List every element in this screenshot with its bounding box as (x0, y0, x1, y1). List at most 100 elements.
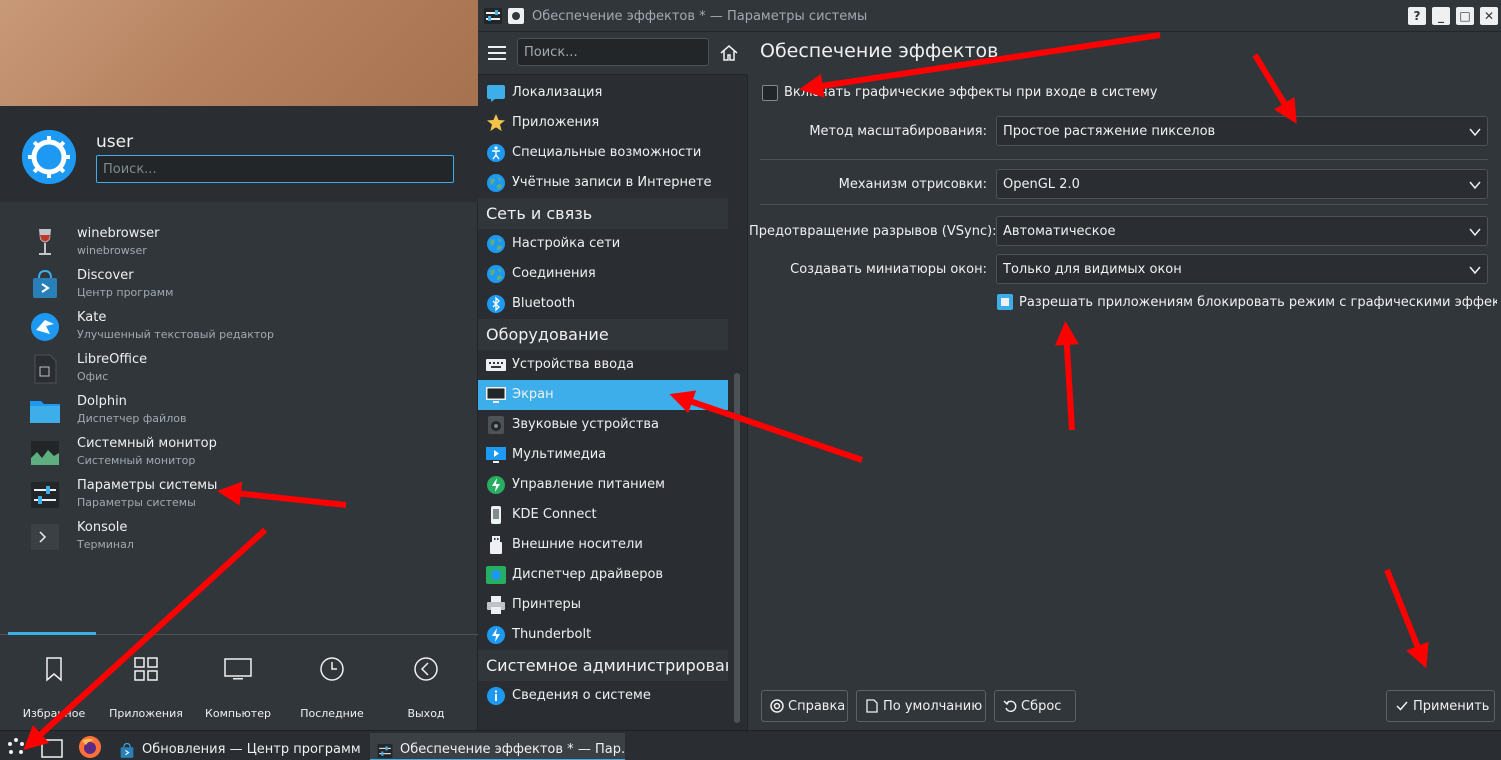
launcher-app-item[interactable]: Параметры системы Параметры системы (0, 474, 478, 516)
check-icon (1395, 699, 1409, 713)
taskbar-task[interactable]: Обеспечение эффектов * — Пар... (370, 733, 625, 760)
sidebar-item[interactable]: Внешние носители (478, 530, 728, 560)
sidebar-item[interactable]: KDE Connect (478, 500, 728, 530)
kde-connect-icon (486, 505, 506, 525)
document-defaults-icon (865, 699, 879, 713)
username: user (96, 132, 134, 152)
launcher-tab[interactable]: Приложения (98, 651, 194, 721)
minimize-window-button[interactable]: _ (1432, 7, 1450, 25)
launcher-header: user (0, 106, 478, 202)
sidebar-category-label: Сеть и связь (486, 204, 593, 223)
launcher-app-item[interactable]: Kate Улучшенный текстовый редактор (0, 306, 478, 348)
discover-bag-icon (28, 268, 62, 302)
thumbnails-select[interactable]: Только для видимых окон (996, 254, 1488, 284)
sidebar-item-label: Диспетчер драйверов (512, 567, 664, 582)
vsync-select[interactable]: Автоматическое (996, 216, 1488, 246)
sidebar-item[interactable]: Учётные записи в Интернете (478, 168, 728, 198)
sidebar-item[interactable]: Thunderbolt (478, 620, 728, 650)
launcher-tab-label: Компьютер (205, 707, 271, 720)
app-description: Терминал (77, 538, 134, 551)
kde-launcher-icon[interactable] (4, 735, 28, 759)
window-title: Обеспечение эффектов * — Параметры систе… (532, 9, 868, 24)
settings-app-icon[interactable] (484, 8, 502, 24)
speaker-icon (486, 415, 506, 435)
sidebar-scrollbar[interactable] (734, 373, 740, 723)
usb-icon (486, 535, 506, 555)
globe-icon (486, 173, 506, 193)
scale-method-select[interactable]: Простое растяжение пикселов (996, 116, 1488, 146)
sidebar-item[interactable]: Приложения (478, 108, 728, 138)
sidebar-item[interactable]: Соединения (478, 259, 728, 289)
thunderbolt-icon (486, 625, 506, 645)
globe-icon (486, 234, 506, 254)
app-name: Dolphin (77, 394, 127, 409)
sidebar-item[interactable]: Управление питанием (478, 470, 728, 500)
launcher-tab-label: Избранное (22, 707, 86, 720)
clock-icon (318, 655, 346, 683)
chevron-down-icon (1469, 179, 1481, 190)
launcher-tab[interactable]: Последние (284, 651, 380, 721)
keep-above-icon[interactable] (508, 8, 524, 24)
maximize-window-button[interactable]: □ (1456, 7, 1474, 25)
taskbar: Обновления — Центр программ ... Обеспечен… (0, 730, 1501, 760)
allow-block-effects-checkbox[interactable] (997, 294, 1013, 310)
reset-button[interactable]: Сброс (994, 690, 1076, 722)
firefox-icon[interactable] (78, 735, 102, 759)
sidebar-item[interactable]: Локализация (478, 78, 728, 108)
enable-effects-checkbox[interactable] (762, 85, 778, 101)
show-desktop-icon[interactable] (40, 735, 64, 759)
sidebar-item[interactable]: Экран (478, 380, 728, 410)
sidebar-item[interactable]: Bluetooth (478, 289, 728, 319)
sidebar-item[interactable]: Мультимедиа (478, 440, 728, 470)
launcher-tab[interactable]: Компьютер (190, 651, 286, 721)
sidebar-item-label: Локализация (512, 85, 603, 100)
taskbar-task-label: Обновления — Центр программ ... (142, 742, 364, 757)
star-icon (486, 113, 506, 133)
renderer-select[interactable]: OpenGL 2.0 (996, 169, 1488, 199)
sidebar-item[interactable]: Настройка сети (478, 229, 728, 259)
sidebar-category-label: Оборудование (486, 325, 609, 344)
sidebar-item-label: Устройства ввода (512, 357, 635, 372)
sidebar-item[interactable]: Устройства ввода (478, 350, 728, 380)
launcher-app-item[interactable]: LibreOffice Офис (0, 348, 478, 390)
window-titlebar[interactable]: Обеспечение эффектов * — Параметры систе… (478, 0, 1501, 32)
app-name: Konsole (77, 520, 128, 535)
launcher-app-item[interactable]: Dolphin Диспетчер файлов (0, 390, 478, 432)
help-window-button[interactable]: ? (1408, 7, 1426, 25)
sidebar-item[interactable]: Звуковые устройства (478, 410, 728, 440)
launcher-tab[interactable]: Избранное (6, 651, 102, 721)
sidebar-item-label: KDE Connect (512, 507, 597, 522)
sidebar-category-label: Системное администрирование (486, 656, 728, 675)
sidebar-item[interactable]: Сведения о системе (478, 681, 728, 711)
vsync-label: Предотвращение разрывов (VSync): (749, 224, 997, 239)
launcher-tab[interactable]: Выход (378, 651, 474, 721)
close-window-button[interactable]: ✕ (1480, 7, 1498, 25)
launcher-app-item[interactable]: Системный монитор Системный монитор (0, 432, 478, 474)
taskbar-task-label: Обеспечение эффектов * — Пар... (400, 742, 625, 757)
localization-flag-icon (486, 83, 506, 103)
vsync-value: Автоматическое (1003, 224, 1116, 239)
app-name: Параметры системы (77, 478, 218, 493)
sidebar-item[interactable]: Принтеры (478, 590, 728, 620)
sidebar-search-input[interactable] (517, 38, 709, 66)
help-button-label: Справка (788, 699, 846, 714)
defaults-button[interactable]: По умолчанию (856, 690, 986, 722)
apply-button[interactable]: Применить (1386, 690, 1495, 722)
app-name: Системный монитор (77, 436, 217, 451)
sidebar-item-label: Экран (512, 387, 554, 402)
launcher-app-item[interactable]: Discover Центр программ (0, 264, 478, 306)
hamburger-menu-icon[interactable] (488, 45, 506, 61)
launcher-app-item[interactable]: Konsole Терминал (0, 516, 478, 558)
user-avatar-icon[interactable] (22, 130, 76, 184)
help-button[interactable]: Справка (761, 690, 848, 722)
system-settings-icon (376, 740, 394, 758)
taskbar-task[interactable]: Обновления — Центр программ ... (112, 733, 364, 760)
sidebar-item[interactable]: Специальные возможности (478, 138, 728, 168)
launcher-search-input[interactable] (96, 155, 454, 183)
launcher-app-item[interactable]: winebrowser winebrowser (0, 222, 478, 264)
home-icon[interactable] (719, 43, 739, 63)
sidebar-item[interactable]: Диспетчер драйверов (478, 560, 728, 590)
sidebar-item-label: Учётные записи в Интернете (512, 175, 712, 190)
sidebar-item-label: Внешние носители (512, 537, 643, 552)
enable-effects-label: Включать графические эффекты при входе в… (784, 85, 1158, 100)
